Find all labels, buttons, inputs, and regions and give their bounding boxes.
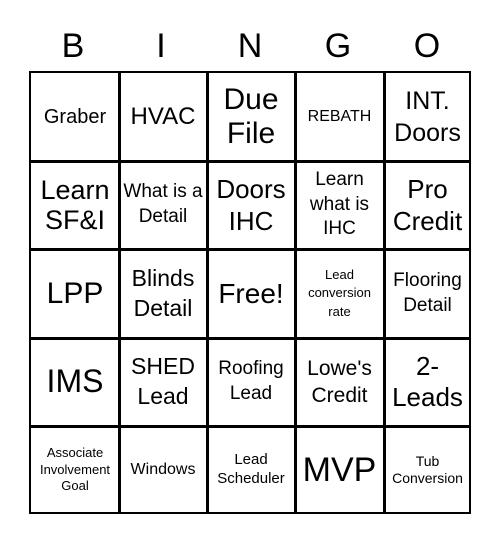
- bingo-cell[interactable]: Lowe's Credit: [295, 338, 384, 426]
- bingo-cell[interactable]: Blinds Detail: [119, 249, 207, 338]
- bingo-cell[interactable]: INT. Doors: [384, 73, 471, 161]
- bingo-cell[interactable]: Roofing Lead: [207, 338, 295, 426]
- free-space-cell[interactable]: Free!: [207, 249, 295, 338]
- bingo-cell[interactable]: 2- Leads: [384, 338, 471, 426]
- cell-label: Roofing Lead: [218, 358, 284, 404]
- cell-label: Tub Conversion: [392, 453, 463, 486]
- header-letter-g: G: [324, 27, 352, 65]
- cell-label: Free!: [218, 277, 284, 309]
- bingo-cell[interactable]: SHED Lead: [119, 338, 207, 426]
- bingo-cell[interactable]: Lead Scheduler: [207, 426, 295, 514]
- cell-label: MVP: [302, 450, 377, 489]
- cell-label: Flooring Detail: [393, 269, 462, 316]
- cell-label: Learn what is IHC: [309, 168, 370, 240]
- header-letter-b: B: [61, 27, 85, 65]
- bingo-cell[interactable]: IMS: [31, 338, 119, 426]
- header-letter-i: I: [156, 27, 166, 65]
- bingo-cell[interactable]: Due File: [207, 73, 295, 161]
- bingo-cell[interactable]: Lead conversion rate: [295, 249, 384, 338]
- cell-label: Associate Involvement Goal: [39, 444, 111, 494]
- bingo-cell[interactable]: REBATH: [295, 73, 384, 161]
- bingo-card-grid: Graber HVAC Due File REBATH INT. Doors L…: [29, 71, 471, 514]
- cell-label: Doors IHC: [216, 173, 286, 237]
- cell-label: LPP: [46, 276, 104, 310]
- bingo-cell[interactable]: Associate Involvement Goal: [31, 426, 119, 514]
- bingo-cell[interactable]: MVP: [295, 426, 384, 514]
- bingo-cell[interactable]: Learn SF&I: [31, 161, 119, 249]
- bingo-cell[interactable]: What is a Detail: [119, 161, 207, 249]
- header-letter-n: N: [237, 27, 263, 65]
- cell-label: What is a Detail: [123, 181, 203, 227]
- cell-label: INT. Doors: [394, 86, 461, 148]
- cell-label: IMS: [46, 363, 104, 400]
- bingo-cell[interactable]: Flooring Detail: [384, 249, 471, 338]
- cell-label: Lead conversion rate: [308, 267, 371, 319]
- bingo-cell[interactable]: HVAC: [119, 73, 207, 161]
- cell-label: Lowe's Credit: [307, 356, 372, 407]
- bingo-cell[interactable]: Graber: [31, 73, 119, 161]
- cell-label: Due File: [223, 83, 279, 150]
- cell-label: SHED Lead: [131, 353, 195, 409]
- bingo-cell[interactable]: Windows: [119, 426, 207, 514]
- cell-label: Pro Credit: [392, 173, 463, 237]
- cell-label: Windows: [130, 461, 196, 479]
- cell-label: 2- Leads: [392, 350, 463, 412]
- header-letter-o: O: [413, 27, 441, 65]
- bingo-cell[interactable]: LPP: [31, 249, 119, 338]
- cell-label: HVAC: [130, 102, 196, 130]
- cell-label: Blinds Detail: [131, 264, 195, 321]
- bingo-cell[interactable]: Learn what is IHC: [295, 161, 384, 249]
- cell-label: Graber: [43, 105, 107, 128]
- bingo-cell[interactable]: Doors IHC: [207, 161, 295, 249]
- cell-label: REBATH: [307, 108, 372, 126]
- cell-label: Lead Scheduler: [217, 451, 285, 487]
- bingo-cell[interactable]: Tub Conversion: [384, 426, 471, 514]
- bingo-cell[interactable]: Pro Credit: [384, 161, 471, 249]
- cell-label: Learn SF&I: [40, 174, 110, 235]
